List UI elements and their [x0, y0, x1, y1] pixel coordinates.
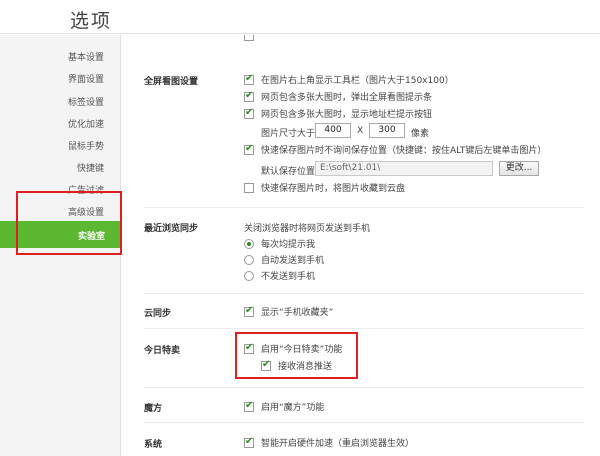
label-sync-never: 不发送到手机 [261, 272, 316, 282]
cut-off-row [244, 35, 261, 41]
option-popup-bar[interactable]: 网页包含多张大图时，弹出全屏看图提示条 [244, 90, 432, 103]
label-sync-desc: 关闭浏览器时将网页发送到手机 [244, 224, 371, 234]
checkbox-daily-deals[interactable] [244, 342, 254, 354]
label-receive-push: 接收消息推送 [278, 362, 333, 372]
image-height-input[interactable]: 300 [369, 123, 405, 138]
sidebar-item-lab-label: 实验室 [77, 232, 105, 242]
checkbox-addr-button[interactable] [244, 107, 254, 119]
change-location-button[interactable]: 更改... [499, 161, 539, 176]
option-sync-auto[interactable]: 自动发送到手机 [244, 253, 324, 266]
window-header: 选项 [0, 0, 600, 34]
checkbox[interactable] [244, 35, 254, 41]
window-title: 选项 [70, 10, 113, 32]
checkbox-receive-push[interactable] [261, 359, 271, 371]
sidebar-item-interface[interactable]: 界面设置 [68, 72, 104, 85]
checkbox-quick-save[interactable] [244, 143, 254, 155]
section-title-sync: 最近浏览同步 [144, 224, 199, 234]
label-save-cloud: 快速保存图片时，将图片收藏到云盘 [261, 184, 406, 194]
section-title-cloud-sync: 云同步 [144, 309, 172, 319]
checkbox-show-toolbar[interactable] [244, 73, 254, 85]
sidebar-item-mouse-gestures[interactable]: 鼠标手势 [68, 139, 104, 152]
label-show-toolbar: 在图片右上角显示工具栏（图片大于150x100） [261, 76, 454, 86]
checkbox-save-cloud[interactable] [244, 182, 254, 193]
sidebar-item-advanced[interactable]: 高级设置 [68, 205, 104, 218]
settings-content: 全屏看图设置 在图片右上角显示工具栏（图片大于150x100） 网页包含多张大图… [122, 35, 600, 456]
sidebar-item-lab[interactable]: 实验室 [0, 221, 121, 248]
label-hw-accel: 智能开启硬件加速（重启浏览器生效） [261, 439, 415, 449]
radio-sync-never[interactable] [244, 270, 254, 281]
section-title-mofang: 魔方 [144, 404, 163, 414]
section-divider [144, 387, 584, 388]
section-divider [144, 207, 584, 208]
sidebar-item-adblock[interactable]: 广告过滤 [68, 183, 104, 196]
option-sync-prompt[interactable]: 每次均提示我 [244, 237, 315, 250]
option-quick-save[interactable]: 快速保存图片时不询问保存位置（快捷键：按住ALT键后左键单击图片） [244, 143, 546, 156]
option-save-cloud[interactable]: 快速保存图片时，将图片收藏到云盘 [244, 181, 405, 194]
save-location-input[interactable]: E:\soft\21.01\ [315, 161, 493, 176]
sidebar-item-shortcuts[interactable]: 快捷键 [77, 161, 104, 174]
radio-sync-prompt[interactable] [244, 238, 254, 249]
section-title-fullscreen: 全屏看图设置 [144, 77, 199, 87]
sidebar-item-tabs[interactable]: 标签设置 [68, 95, 104, 108]
option-show-favorites[interactable]: 显示“手机收藏夹” [244, 305, 333, 318]
section-divider [144, 328, 584, 329]
checkbox-mofang[interactable] [244, 400, 254, 412]
checkbox-hw-accel[interactable] [244, 436, 254, 448]
option-sync-never[interactable]: 不发送到手机 [244, 269, 315, 282]
section-title-system: 系统 [144, 440, 163, 450]
radio-sync-auto[interactable] [244, 254, 254, 265]
option-mofang[interactable]: 启用“魔方”功能 [244, 400, 324, 413]
label-mofang: 启用“魔方”功能 [261, 403, 325, 413]
option-addr-button[interactable]: 网页包含多张大图时，显示地址栏提示按钮 [244, 107, 432, 120]
label-sync-prompt: 每次均提示我 [261, 240, 316, 250]
label-daily-deals: 启用“今日特卖”功能 [261, 345, 343, 355]
label-addr-button: 网页包含多张大图时，显示地址栏提示按钮 [261, 110, 433, 120]
option-daily-deals[interactable]: 启用“今日特卖”功能 [244, 342, 342, 355]
section-divider [144, 422, 584, 423]
sidebar-item-optimize[interactable]: 优化加速 [68, 117, 104, 130]
sidebar: 基本设置 界面设置 标签设置 优化加速 鼠标手势 快捷键 广告过滤 高级设置 实… [0, 35, 121, 456]
label-popup-bar: 网页包含多张大图时，弹出全屏看图提示条 [261, 93, 433, 103]
section-divider [144, 293, 584, 294]
label-size-prefix: 图片尺寸大于 [261, 129, 316, 139]
option-show-toolbar[interactable]: 在图片右上角显示工具栏（图片大于150x100） [244, 73, 454, 86]
checkbox-popup-bar[interactable] [244, 90, 254, 102]
image-width-input[interactable]: 400 [315, 123, 351, 138]
label-sync-auto: 自动发送到手机 [261, 256, 325, 266]
option-hw-accel[interactable]: 智能开启硬件加速（重启浏览器生效） [244, 436, 414, 449]
sidebar-item-basic[interactable]: 基本设置 [68, 50, 104, 63]
label-size-sep: X [357, 126, 364, 136]
checkbox-show-favorites[interactable] [244, 305, 254, 317]
section-title-daily-deals: 今日特卖 [144, 346, 181, 356]
label-show-favorites: 显示“手机收藏夹” [261, 308, 334, 318]
label-size-unit: 像素 [411, 129, 430, 139]
label-quick-save: 快速保存图片时不询问保存位置（快捷键：按住ALT键后左键单击图片） [261, 146, 547, 156]
option-receive-push[interactable]: 接收消息推送 [261, 359, 332, 372]
